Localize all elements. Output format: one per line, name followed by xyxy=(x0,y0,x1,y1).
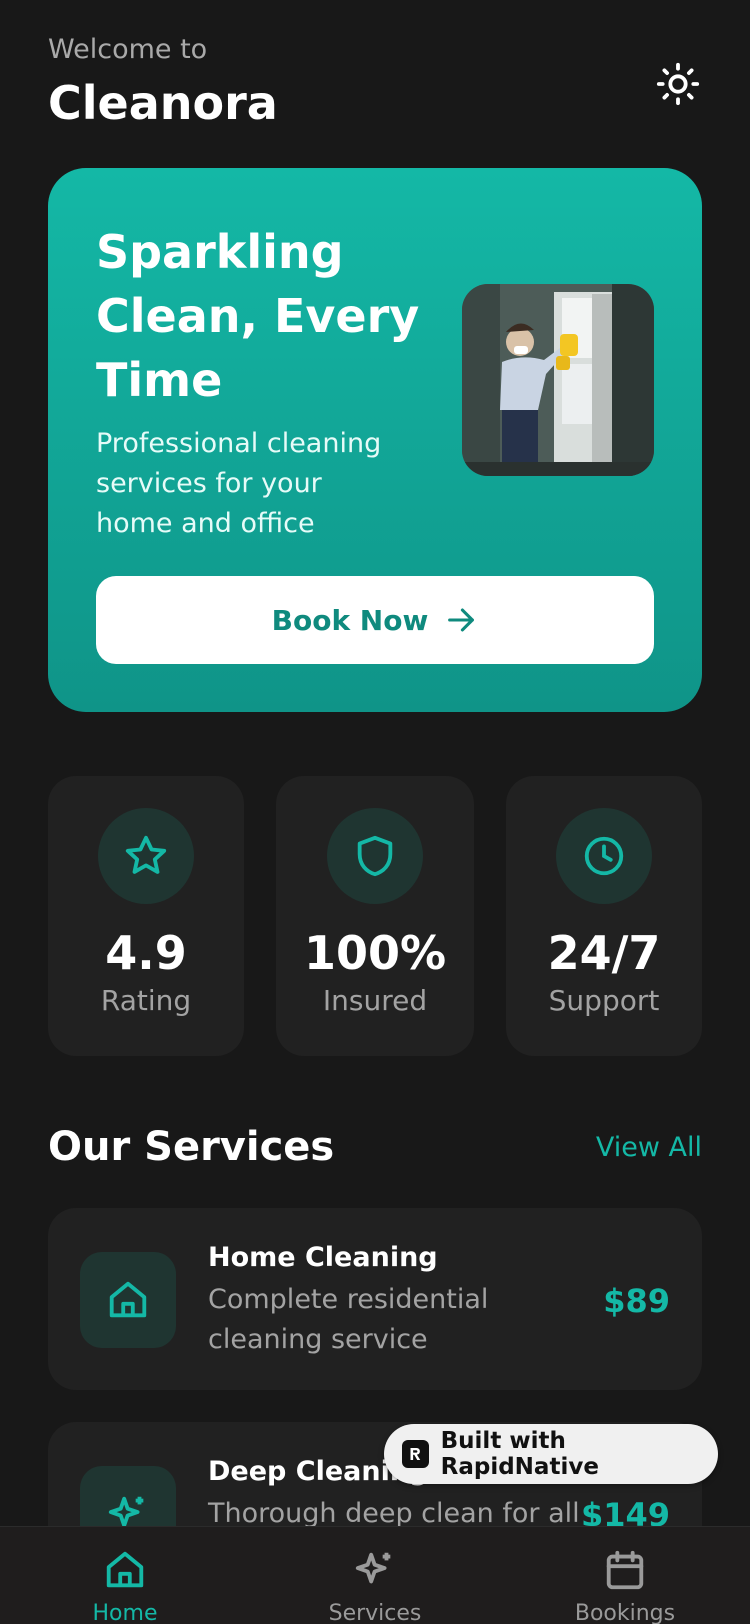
stat-icon-wrap xyxy=(327,808,423,904)
book-now-button[interactable]: Book Now xyxy=(96,576,654,664)
cleaner-illustration xyxy=(462,284,654,476)
hero-title: Sparkling Clean, Every Time xyxy=(96,225,420,407)
home-icon xyxy=(109,1281,147,1318)
stat-label: Rating xyxy=(100,984,192,1017)
tab-bookings[interactable]: Bookings xyxy=(535,1547,715,1624)
hero-card: Sparkling Clean, Every Time Professional… xyxy=(48,168,702,712)
shield-icon xyxy=(357,835,393,877)
stat-icon-wrap xyxy=(98,808,194,904)
view-all-link[interactable]: View All xyxy=(596,1132,702,1163)
service-description: Complete residential cleaning service xyxy=(208,1284,489,1355)
hero-subtitle: Professional cleaning services for your … xyxy=(96,428,382,539)
stat-icon-wrap xyxy=(556,808,652,904)
rapidnative-logo-icon xyxy=(402,1440,429,1468)
service-card-home-cleaning[interactable]: Home Cleaning Complete residential clean… xyxy=(48,1208,702,1390)
calendar-icon xyxy=(606,1550,644,1590)
stat-card-rating: 4.9 Rating xyxy=(48,776,244,1056)
stat-value: 4.9 xyxy=(105,926,187,980)
stat-card-support: 24/7 Support xyxy=(506,776,702,1056)
star-icon xyxy=(125,835,167,874)
stat-label: Support xyxy=(548,984,660,1017)
sun-icon xyxy=(656,62,700,106)
service-name: Home Cleaning xyxy=(208,1242,438,1273)
theme-toggle-button[interactable] xyxy=(652,58,704,110)
tab-label: Services xyxy=(328,1601,422,1624)
arrow-right-icon xyxy=(448,608,475,632)
sparkle-icon xyxy=(355,1552,391,1584)
app-screen: Welcome to Cleanora Sparkling Clean, Eve… xyxy=(0,0,750,1624)
rapidnative-r-glyph xyxy=(410,1448,421,1460)
badge-label: Built with RapidNative xyxy=(440,1428,599,1480)
service-icon-wrap xyxy=(80,1252,176,1348)
service-price: $89 xyxy=(603,1282,670,1320)
tab-services[interactable]: Services xyxy=(285,1547,465,1624)
bottom-tab-bar: Home Services Bookings xyxy=(0,1526,750,1624)
home-icon xyxy=(106,1551,144,1588)
hero-image xyxy=(462,284,654,476)
stat-value: 24/7 xyxy=(547,926,661,980)
book-now-label: Book Now xyxy=(271,603,429,637)
tab-label: Bookings xyxy=(574,1601,676,1624)
rapidnative-badge[interactable]: Built with RapidNative xyxy=(384,1424,718,1484)
welcome-text: Welcome to xyxy=(48,34,208,65)
clock-icon xyxy=(584,836,624,876)
brand-title: Cleanora xyxy=(48,76,278,130)
tab-label: Home xyxy=(92,1601,158,1624)
stat-card-insured: 100% Insured xyxy=(276,776,474,1056)
tab-home[interactable]: Home xyxy=(35,1547,215,1624)
stat-value: 100% xyxy=(303,926,447,980)
services-section-title: Our Services xyxy=(48,1124,335,1170)
stat-label: Insured xyxy=(322,984,428,1017)
